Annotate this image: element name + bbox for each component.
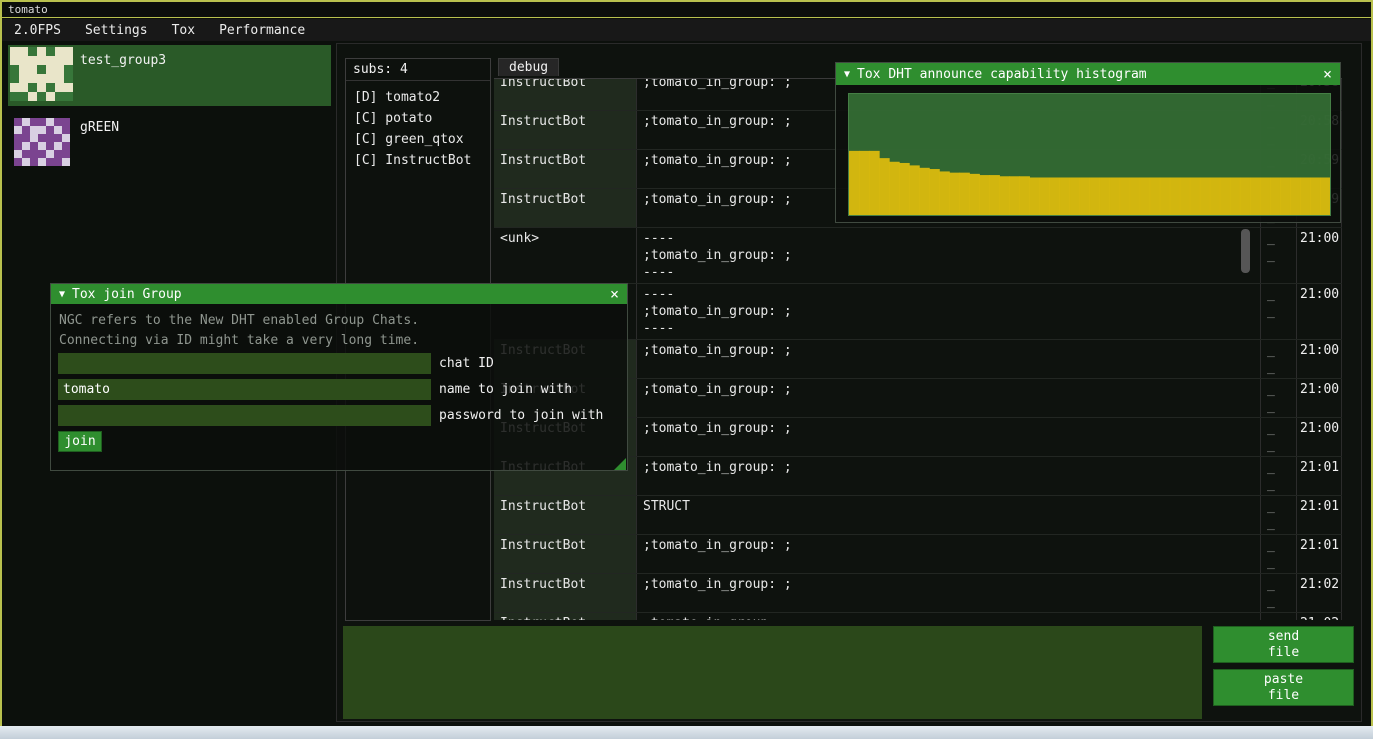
message-timestamp: 21:01 [1296,496,1342,534]
message-timestamp: 21:01 [1296,457,1342,495]
message-text: ;tomato_in_group: ; [636,340,1260,378]
dht-histogram-window: ▼ Tox DHT announce capability histogram … [835,62,1341,223]
message-flags: _ _ [1260,457,1296,495]
histogram-plot [848,93,1331,216]
menu-item-performance[interactable]: Performance [207,21,317,40]
message-sender: InstructBot [494,535,636,573]
message-sender: InstructBot [494,79,636,110]
message-sender: InstructBot [494,613,636,620]
taskbar-strip [0,726,1373,739]
join-info-line: Connecting via ID might take a very long… [59,333,419,348]
tab-debug[interactable]: debug [498,58,559,76]
window-title: tomato [8,3,48,16]
join-password-input[interactable] [58,405,431,426]
menu-item-settings[interactable]: Settings [73,21,160,40]
message-flags: _ _ [1260,379,1296,417]
send-file-button[interactable]: send file [1213,626,1354,663]
join-window-titlebar[interactable]: ▼ Tox join Group × [51,284,627,304]
member-list: [D] tomato2[C] potato[C] green_qtox[C] I… [346,81,490,171]
sidebar-item-test-group3[interactable]: test_group3 [8,45,331,106]
menu-item-tox[interactable]: Tox [160,21,207,40]
chat-message-row[interactable]: InstructBotSTRUCT_ _21:01 [494,496,1342,535]
contact-avatar [14,118,70,166]
message-flags: _ _ [1260,284,1296,339]
paste-file-button[interactable]: paste file [1213,669,1354,706]
message-text: ;tomato_in_group: ; [636,418,1260,456]
message-flags: _ _ [1260,496,1296,534]
chat-message-row[interactable]: <unk>---- ;tomato_in_group: ; ----_ _21:… [494,228,1342,284]
message-timestamp: 21:02 [1296,574,1342,612]
message-flags: _ _ [1260,535,1296,573]
message-text: ;tomato_in_group: ; [636,613,1260,620]
collapse-arrow-icon[interactable]: ▼ [59,289,65,300]
close-icon[interactable]: × [1323,65,1332,83]
menu-bar: 2.0FPSSettingsToxPerformance [2,19,1371,41]
group-avatar [10,47,73,101]
member-item[interactable]: [C] green_qtox [346,129,490,150]
join-group-window: ▼ Tox join Group × NGC refers to the New… [50,283,628,471]
join-window-title: Tox join Group [72,287,182,302]
member-item[interactable]: [C] potato [346,108,490,129]
message-text: ;tomato_in_group: ; [636,535,1260,573]
chat-message-row[interactable]: InstructBot;tomato_in_group: ;_ _21:01 [494,535,1342,574]
message-sender: InstructBot [494,496,636,534]
message-timestamp: 21:00 [1296,228,1342,283]
contact-name: gREEN [80,120,119,135]
join-button[interactable]: join [58,431,102,452]
histogram-window-titlebar[interactable]: ▼ Tox DHT announce capability histogram … [836,63,1340,85]
message-timestamp: 21:00 [1296,340,1342,378]
message-sender: <unk> [494,228,636,283]
histogram-window-title: Tox DHT announce capability histogram [857,67,1147,82]
message-text: ;tomato_in_group: ; [636,574,1260,612]
message-sender: InstructBot [494,189,636,227]
join-name-label: name to join with [439,382,572,397]
message-sender: InstructBot [494,150,636,188]
message-timestamp: 21:01 [1296,535,1342,573]
message-flags: _ _ [1260,340,1296,378]
message-timestamp: 21:00 [1296,418,1342,456]
chat-id-input[interactable] [58,353,431,374]
message-flags: _ _ [1260,228,1296,283]
message-flags: _ _ [1260,418,1296,456]
message-timestamp: 21:02 [1296,613,1342,620]
chat-message-row[interactable]: InstructBot;tomato_in_group: ;_ _21:02 [494,613,1342,620]
message-timestamp: 21:00 [1296,379,1342,417]
sidebar-item-green[interactable]: gREEN [8,112,331,173]
join-info-line: NGC refers to the New DHT enabled Group … [59,313,419,328]
message-timestamp: 21:00 [1296,284,1342,339]
message-sender: InstructBot [494,574,636,612]
message-input[interactable] [343,626,1202,719]
join-name-input[interactable]: tomato [58,379,431,400]
message-text: ---- ;tomato_in_group: ; ---- [636,284,1260,339]
collapse-arrow-icon[interactable]: ▼ [844,69,850,80]
histogram-bars [849,94,1330,215]
member-item[interactable]: [C] InstructBot [346,150,490,171]
subs-count: subs: 4 [346,59,490,81]
chat-scrollbar[interactable] [1241,229,1250,273]
join-password-label: password to join with [439,408,603,423]
message-text: ;tomato_in_group: ; [636,379,1260,417]
close-icon[interactable]: × [610,285,619,303]
message-sender: InstructBot [494,111,636,149]
message-flags: _ _ [1260,613,1296,620]
join-window-body: NGC refers to the New DHT enabled Group … [51,304,627,471]
message-text: ;tomato_in_group: ; [636,457,1260,495]
window-titlebar: tomato [2,2,1371,18]
contact-name: test_group3 [80,53,166,68]
resize-grip[interactable] [614,458,626,470]
chat-id-label: chat ID [439,356,494,371]
message-text: ---- ;tomato_in_group: ; ---- [636,228,1260,283]
chat-message-row[interactable]: InstructBot;tomato_in_group: ;_ _21:02 [494,574,1342,613]
member-item[interactable]: [D] tomato2 [346,87,490,108]
message-text: STRUCT [636,496,1260,534]
message-flags: _ _ [1260,574,1296,612]
menu-item-2-0fps: 2.0FPS [2,21,73,40]
